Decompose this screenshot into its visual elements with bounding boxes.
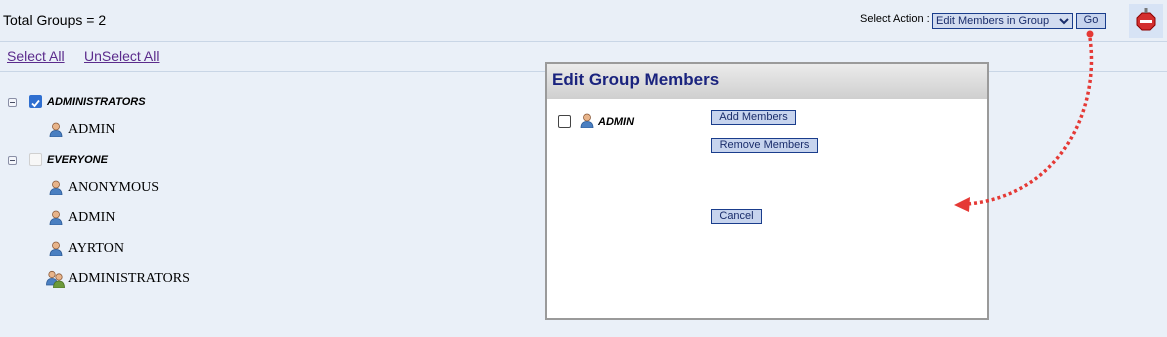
member-checkbox-admin[interactable] bbox=[558, 115, 571, 128]
group-label: ADMINISTRATORS bbox=[47, 96, 146, 108]
member-row[interactable]: AYRTON bbox=[0, 240, 300, 260]
member-row[interactable]: ADMINISTRATORS bbox=[0, 270, 300, 290]
select-action-label: Select Action : bbox=[860, 13, 930, 25]
dialog-title: Edit Group Members bbox=[552, 70, 720, 89]
dialog-member-label: ADMIN bbox=[598, 116, 635, 128]
add-members-button[interactable]: Add Members bbox=[711, 110, 796, 125]
member-label: AYRTON bbox=[68, 241, 124, 256]
top-toolbar: Total Groups = 2 Select Action : Edit Me… bbox=[0, 0, 1167, 42]
group-checkbox-administrators[interactable] bbox=[29, 95, 42, 108]
go-button[interactable]: Go bbox=[1076, 13, 1106, 29]
group-row-everyone: EVERYONE bbox=[0, 152, 300, 172]
action-select-value: Edit Members in Group bbox=[936, 15, 1050, 27]
collapse-icon[interactable] bbox=[8, 156, 17, 165]
group-checkbox-everyone[interactable] bbox=[29, 153, 42, 166]
member-label: ANONYMOUS bbox=[68, 180, 160, 195]
user-icon bbox=[49, 241, 63, 256]
member-label: ADMIN bbox=[68, 210, 116, 225]
group-icon bbox=[46, 270, 65, 288]
user-icon bbox=[580, 113, 594, 128]
member-row[interactable]: ANONYMOUS bbox=[0, 179, 300, 199]
user-icon bbox=[49, 180, 63, 195]
user-icon bbox=[49, 122, 63, 137]
group-label: EVERYONE bbox=[47, 154, 108, 166]
user-icon bbox=[49, 210, 63, 225]
dialog-header: Edit Group Members bbox=[547, 64, 987, 99]
stop-sign-icon bbox=[1136, 8, 1156, 31]
chevron-down-icon bbox=[1059, 18, 1069, 25]
checkmark-icon bbox=[31, 99, 40, 108]
cancel-button[interactable]: Cancel bbox=[711, 209, 762, 224]
stop-button[interactable] bbox=[1129, 4, 1163, 38]
member-row[interactable]: ADMIN bbox=[0, 209, 300, 229]
select-all-link[interactable]: Select All bbox=[7, 48, 65, 64]
unselect-all-link[interactable]: UnSelect All bbox=[84, 48, 159, 64]
collapse-icon[interactable] bbox=[8, 98, 17, 107]
remove-members-button[interactable]: Remove Members bbox=[711, 138, 818, 153]
edit-group-members-dialog: Edit Group Members ADMIN Add Members Rem… bbox=[545, 62, 989, 320]
action-select[interactable]: Edit Members in Group bbox=[932, 13, 1073, 29]
group-row-administrators: ADMINISTRATORS bbox=[0, 94, 300, 114]
member-row[interactable]: ADMIN bbox=[0, 121, 300, 141]
member-label: ADMIN bbox=[68, 122, 116, 137]
total-groups-count: Total Groups = 2 bbox=[3, 12, 107, 28]
member-label: ADMINISTRATORS bbox=[68, 271, 190, 286]
